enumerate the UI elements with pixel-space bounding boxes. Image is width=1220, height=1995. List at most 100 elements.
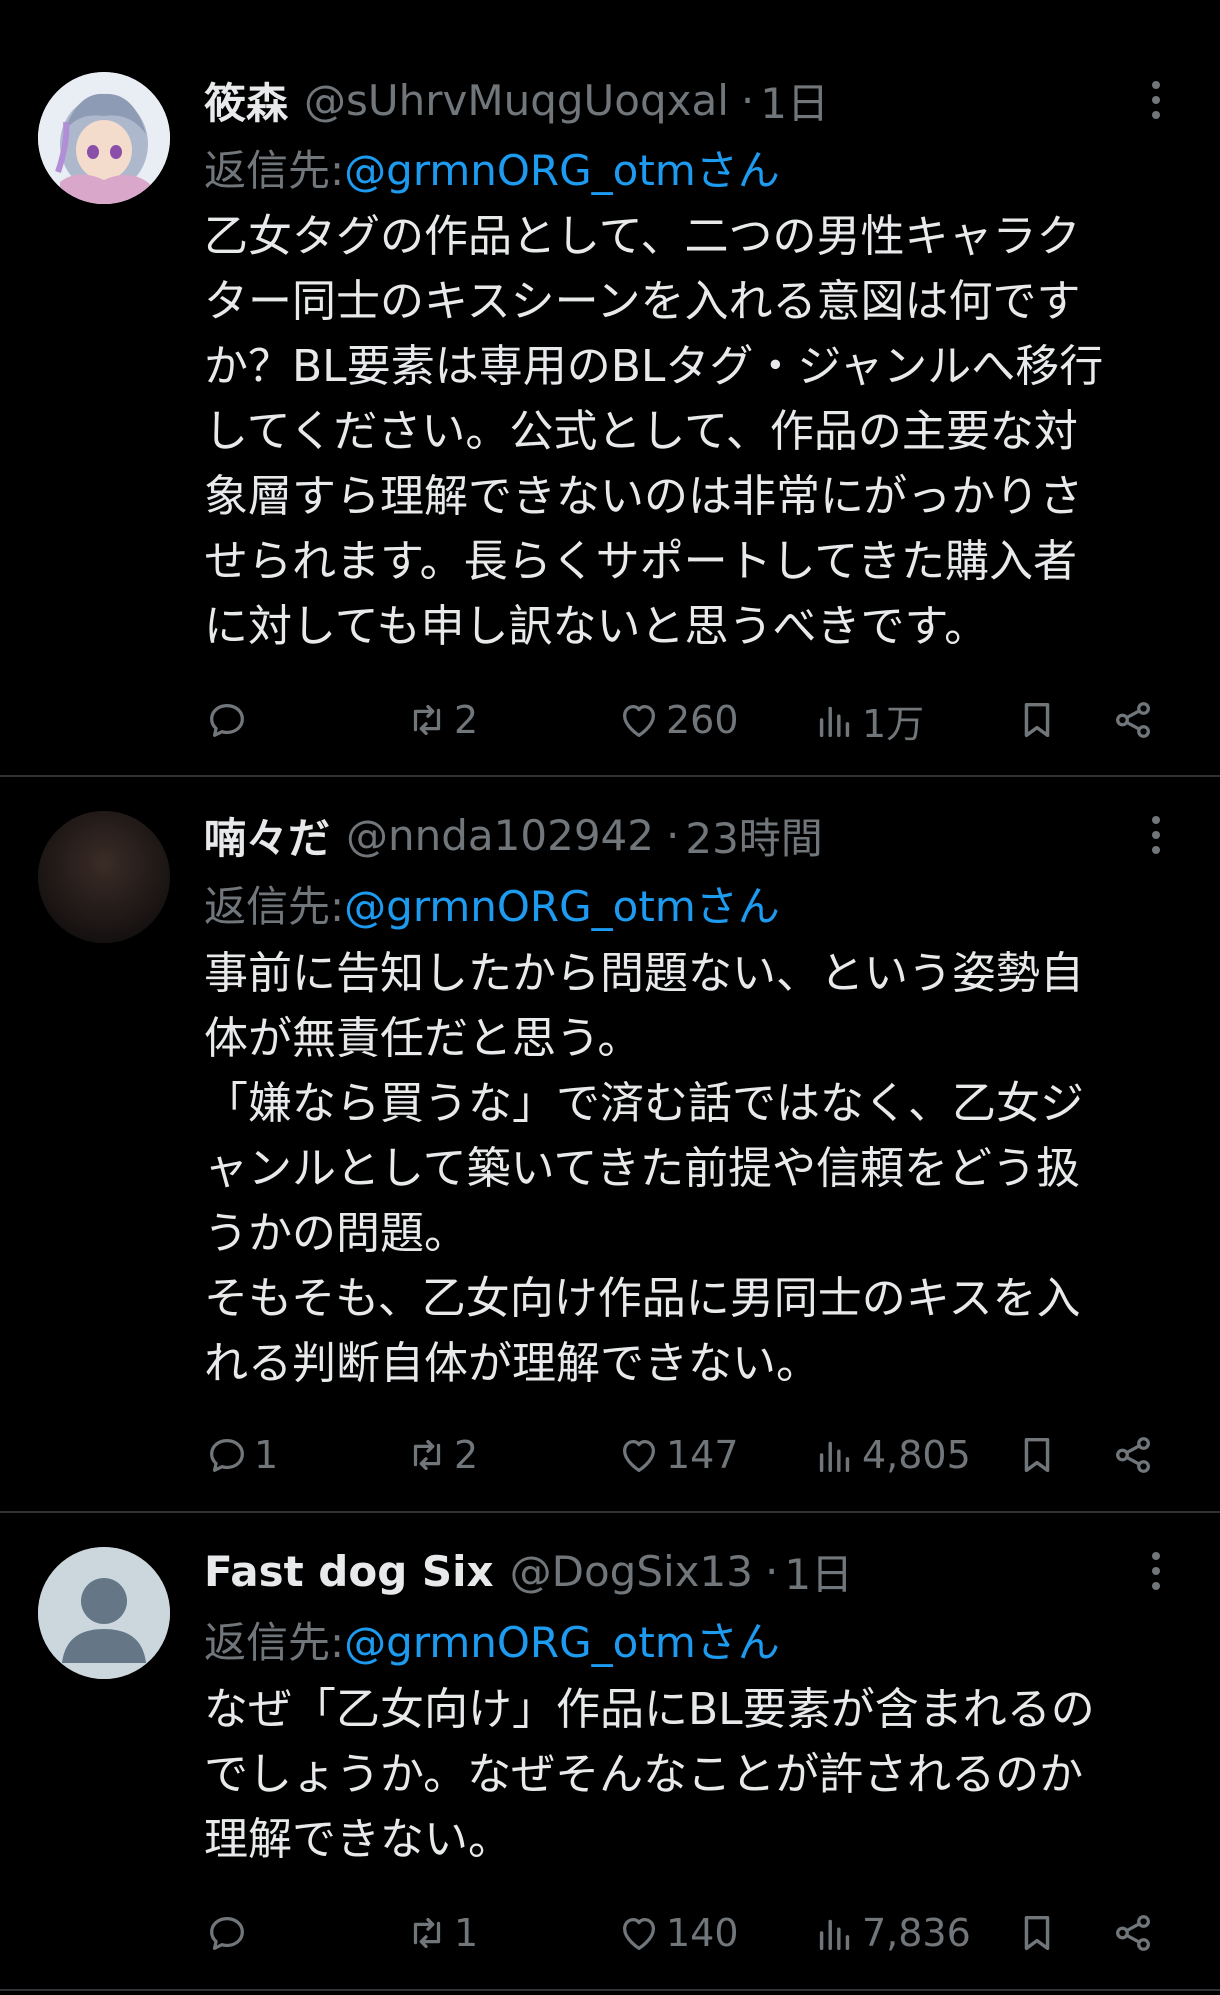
views-icon (819, 706, 850, 738)
text-line: せられます。長らくサポートしてきた購入者 (204, 536, 1077, 587)
tweet[interactable]: 喃々だ @nnda102942 · 23時間 返信先: @grmnORG_otm… (0, 777, 1220, 1511)
divider (0, 1989, 1220, 1991)
bookmark-button[interactable] (1014, 1425, 1060, 1485)
text-line: に対しても申し訳ないと思うべきです。 (204, 601, 989, 652)
user-handle[interactable]: @nnda102942 (346, 811, 654, 860)
like-button[interactable]: 140 (616, 1903, 739, 1963)
more-icon[interactable] (1140, 1543, 1172, 1599)
text-line: そもそも、乙女向け作品に男同士のキスを入 (204, 1273, 1081, 1324)
reply-mention-link[interactable]: @grmnORG_otmさん (344, 137, 780, 198)
share-button[interactable] (1110, 690, 1156, 750)
timestamp[interactable]: 1日 (760, 70, 829, 131)
share-button[interactable] (1110, 1425, 1156, 1485)
like-icon (622, 1439, 656, 1472)
text-line: 事前に告知したから問題ない、という姿勢自 (204, 948, 1084, 999)
views-icon (819, 1441, 850, 1473)
views-count: 1万 (862, 701, 925, 746)
reply-mention-link[interactable]: @grmnORG_otmさん (344, 873, 780, 934)
avatar[interactable] (38, 811, 170, 943)
display-name[interactable]: 喃々だ (204, 805, 330, 866)
like-button[interactable]: 260 (616, 690, 739, 750)
action-bar: 1 140 7,836 (204, 1903, 1164, 1963)
retweet-count: 1 (454, 1911, 479, 1955)
text-line: れる判断自体が理解できない。 (204, 1338, 820, 1389)
text-line: 体が無責任だと思う。 (204, 1013, 642, 1064)
text-line: ター同士のキスシーンを入れる意図は何です (204, 276, 1081, 327)
display-name[interactable]: 筱森 (204, 70, 288, 131)
timestamp[interactable]: 1日 (784, 1541, 853, 1602)
views-button[interactable]: 4,805 (812, 1425, 971, 1485)
text-line: でしょうか。なぜそんなことが許されるのか (204, 1749, 1084, 1800)
text-line: 乙女タグの作品として、二つの男性キャラク (204, 211, 1081, 262)
text-line: 象層すら理解できないのは非常にがっかりさ (204, 471, 1084, 522)
reply-mention-link[interactable]: @grmnORG_otmさん (344, 1609, 780, 1670)
reply-to: 返信先: @grmnORG_otmさん (204, 873, 780, 933)
tweet-text: なぜ「乙女向け」作品にBL要素が含まれるの でしょうか。なぜそんなことが許される… (204, 1677, 1194, 1872)
retweet-count: 2 (454, 698, 479, 742)
tweet[interactable]: 筱森 @sUhrvMuqgUoqxal · 1日 返信先: @grmnORG_o… (0, 0, 1220, 775)
views-count: 7,836 (862, 1911, 971, 1955)
text-line: なぜ「乙女向け」作品にBL要素が含まれるの (204, 1684, 1095, 1735)
like-count: 147 (666, 1433, 739, 1477)
reply-count: 1 (254, 1433, 279, 1477)
retweet-button[interactable]: 2 (404, 1425, 478, 1485)
text-line: してください。公式として、作品の主要な対 (204, 406, 1078, 457)
share-icon (1116, 702, 1150, 738)
separator-dot: · (740, 75, 755, 125)
share-button[interactable] (1110, 1903, 1156, 1963)
tweet[interactable]: Fast dog Six @DogSix13 · 1日 返信先: @grmnOR… (0, 1513, 1220, 1995)
reply-button[interactable] (204, 1903, 254, 1963)
reply-icon (210, 1438, 244, 1472)
retweet-button[interactable]: 1 (404, 1903, 478, 1963)
share-icon (1116, 1915, 1150, 1951)
reply-icon (210, 703, 244, 737)
reply-to: 返信先: @grmnORG_otmさん (204, 137, 780, 197)
separator-dot: · (665, 810, 680, 860)
like-count: 140 (666, 1911, 739, 1955)
retweet-button[interactable]: 2 (404, 690, 478, 750)
bookmark-icon (1024, 702, 1050, 738)
tweet-header: 喃々だ @nnda102942 · 23時間 (204, 807, 823, 863)
avatar[interactable] (38, 72, 170, 204)
bookmark-button[interactable] (1014, 1903, 1060, 1963)
views-button[interactable]: 1万 (812, 690, 924, 750)
bookmark-icon (1024, 1437, 1050, 1473)
text-line: 理解できない。 (204, 1814, 512, 1865)
more-icon[interactable] (1140, 807, 1172, 863)
like-count: 260 (666, 698, 739, 742)
more-icon[interactable] (1140, 72, 1172, 128)
reply-to-label: 返信先: (204, 881, 345, 931)
views-icon (819, 1919, 850, 1951)
like-icon (622, 1917, 656, 1950)
retweet-icon (413, 1917, 441, 1949)
views-button[interactable]: 7,836 (812, 1903, 971, 1963)
like-icon (622, 704, 656, 737)
reply-to-label: 返信先: (204, 1617, 345, 1667)
action-bar: 1 2 147 4,805 (204, 1425, 1164, 1485)
tweet-text: 事前に告知したから問題ない、という姿勢自 体が無責任だと思う。 「嫌なら買うな」… (204, 941, 1194, 1396)
text-line: うかの問題。 (204, 1208, 468, 1259)
reply-to: 返信先: @grmnORG_otmさん (204, 1609, 780, 1669)
like-button[interactable]: 147 (616, 1425, 739, 1485)
tweet-header: Fast dog Six @DogSix13 · 1日 (204, 1543, 853, 1599)
reply-button[interactable]: 1 (204, 1425, 278, 1485)
bookmark-button[interactable] (1014, 690, 1060, 750)
tweet-text: 乙女タグの作品として、二つの男性キャラク ター同士のキスシーンを入れる意図は何で… (204, 204, 1194, 659)
avatar[interactable] (38, 1547, 170, 1679)
retweet-icon (413, 704, 441, 736)
text-line: ャンルとして築いてきた前提や信頼をどう扱 (204, 1143, 1081, 1194)
user-handle[interactable]: @sUhrvMuqgUoqxal (304, 76, 729, 125)
timestamp[interactable]: 23時間 (685, 805, 822, 866)
text-line: 「嫌なら買うな」で済む話ではなく、乙女ジ (204, 1078, 1084, 1129)
share-icon (1116, 1437, 1150, 1473)
reply-to-label: 返信先: (204, 145, 345, 195)
separator-dot: · (764, 1546, 779, 1596)
reply-button[interactable] (204, 690, 254, 750)
text-line: か？BL要素は専用のBLタグ・ジャンルへ移行 (204, 341, 1104, 392)
user-handle[interactable]: @DogSix13 (510, 1547, 753, 1596)
display-name[interactable]: Fast dog Six (204, 1547, 494, 1596)
reply-icon (210, 1916, 244, 1950)
retweet-count: 2 (454, 1433, 479, 1477)
retweet-icon (413, 1439, 441, 1471)
action-bar: 2 260 1万 (204, 690, 1164, 750)
